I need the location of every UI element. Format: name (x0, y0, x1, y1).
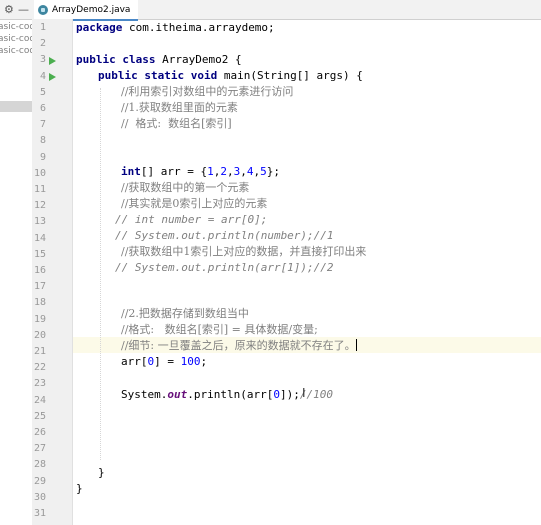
java-class-icon (38, 4, 48, 15)
line-number-gutter[interactable]: 1 2 3 4 5 6 7 8 9 10 11 12 13 14 15 16 1… (32, 19, 87, 525)
code-line-13[interactable]: // int number = arr[0]; (115, 212, 267, 228)
code-line-11[interactable]: //获取数组中的第一个元素 (121, 180, 249, 196)
code-text: .println(arr[ (187, 388, 274, 401)
code-text: ]); (279, 388, 300, 401)
project-item[interactable]: asic-code (0, 22, 32, 32)
code-line-22[interactable]: arr[0] = 100; (121, 354, 207, 370)
number-literal: 0 (273, 388, 280, 401)
code-text: ArrayDemo2 { (155, 53, 242, 66)
project-selected-row[interactable] (0, 101, 32, 112)
run-main-icon[interactable] (49, 73, 56, 81)
indent-guide (100, 88, 101, 460)
line-number: 7 (39, 119, 46, 130)
line-number: 28 (33, 459, 46, 470)
code-line-5[interactable]: //利用索引对数组中的元素进行访问 (121, 84, 293, 100)
line-number: 11 (33, 184, 46, 195)
number-literal: 5 (260, 165, 267, 178)
line-number: 17 (33, 281, 46, 292)
line-number: 22 (33, 362, 46, 373)
line-number: 15 (33, 249, 46, 260)
code-line-3[interactable]: public class ArrayDemo2 { (76, 52, 242, 68)
text-cursor-icon: I (302, 386, 306, 400)
line-number: 19 (33, 314, 46, 325)
line-number: 29 (33, 476, 46, 487)
line-number: 10 (33, 168, 46, 179)
line-number: 2 (39, 38, 46, 49)
line-number: 9 (39, 152, 46, 163)
keyword: public class (76, 53, 156, 66)
comment-text: //细节: 一旦覆盖之后，原来的数据就不存在了。 (121, 339, 356, 352)
editor-tab-arraydemo2[interactable]: ArrayDemo2.java (34, 0, 139, 21)
line-number: 25 (33, 411, 46, 422)
project-panel: asic-code asic-code asic-code (0, 0, 33, 525)
code-text: System. (121, 388, 168, 401)
code-line-30[interactable]: } (76, 481, 83, 497)
line-number: 31 (33, 508, 46, 519)
code-line-21[interactable]: //细节: 一旦覆盖之后，原来的数据就不存在了。 (121, 338, 357, 354)
line-number: 14 (33, 233, 46, 244)
code-line-16[interactable]: // System.out.println(arr[1]);//2 (115, 260, 334, 276)
gear-icon[interactable]: ⚙ (4, 3, 14, 16)
line-number: 26 (33, 427, 46, 438)
minimize-icon[interactable]: — (18, 3, 29, 16)
line-number: 30 (33, 492, 46, 503)
line-number: 18 (33, 297, 46, 308)
line-number: 27 (33, 443, 46, 454)
number-literal: 1 (207, 165, 214, 178)
line-number: 5 (39, 87, 46, 98)
line-number: 1 (39, 22, 46, 33)
line-number: 24 (33, 395, 46, 406)
code-line-12[interactable]: //其实就是0索引上对应的元素 (121, 196, 267, 212)
line-number: 3 (39, 54, 46, 65)
code-text: }; (266, 165, 280, 178)
number-literal: 4 (246, 165, 254, 178)
run-class-icon[interactable] (49, 57, 56, 65)
line-number: 23 (33, 378, 46, 389)
code-line-10[interactable]: int[] arr = {1,2,3,4,5}; (121, 164, 280, 180)
code-text: arr[ (121, 355, 148, 368)
number-literal: 2 (220, 165, 227, 178)
code-text: main(String[] args) { (217, 69, 363, 82)
editor-toolbar: ⚙ — ArrayDemo2.java (0, 0, 541, 21)
tab-title: ArrayDemo2.java (52, 4, 131, 15)
code-line-14[interactable]: // System.out.println(number);//1 (115, 228, 334, 244)
code-line-19[interactable]: //2.把数据存储到数组当中 (121, 306, 249, 322)
line-number: 8 (39, 135, 46, 146)
line-number: 13 (33, 216, 46, 227)
code-text: ; (200, 355, 208, 368)
code-text: com.itheima.arraydemo; (122, 21, 275, 34)
code-line-29[interactable]: } (98, 465, 105, 481)
line-number: 21 (33, 346, 46, 357)
code-text: [] arr = { (140, 165, 208, 178)
code-line-20[interactable]: //格式: 数组名[索引] = 具体数据/变量; (121, 322, 318, 338)
line-number: 12 (33, 200, 46, 211)
number-literal: 3 (233, 165, 241, 178)
line-number: 20 (33, 330, 46, 341)
static-field: out (167, 388, 188, 401)
keyword: public static void (98, 69, 218, 82)
text-caret (355, 339, 357, 351)
code-line-1[interactable]: package com.itheima.arraydemo; (76, 20, 275, 36)
code-line-4[interactable]: public static void main(String[] args) { (98, 68, 363, 84)
code-line-6[interactable]: //1.获取数组里面的元素 (121, 100, 238, 116)
line-number: 16 (33, 265, 46, 276)
line-number: 6 (39, 103, 46, 114)
code-text: ] = (154, 355, 181, 368)
number-literal: 100 (180, 355, 201, 368)
project-item[interactable]: asic-code (0, 34, 32, 44)
project-item[interactable]: asic-code (0, 46, 32, 56)
code-line-15[interactable]: //获取数组中1索引上对应的数据，并直接打印出来 (121, 244, 366, 260)
code-line-7[interactable]: // 格式: 数组名[索引] (121, 116, 232, 132)
keyword: package (76, 21, 123, 34)
keyword: int (121, 165, 141, 178)
line-number: 4 (39, 71, 46, 82)
